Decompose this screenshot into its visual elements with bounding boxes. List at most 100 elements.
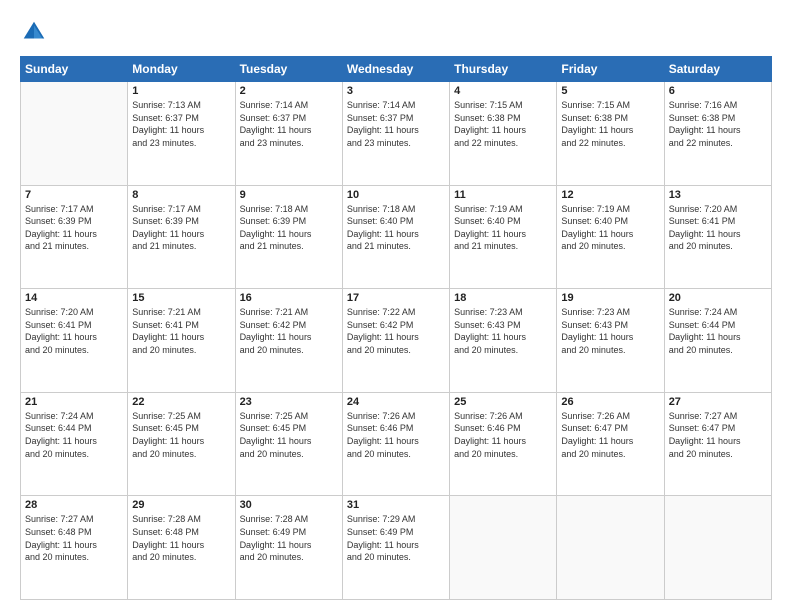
day-info: Sunrise: 7:17 AM Sunset: 6:39 PM Dayligh… [25, 203, 123, 253]
calendar-cell: 24Sunrise: 7:26 AM Sunset: 6:46 PM Dayli… [342, 392, 449, 496]
calendar-table: SundayMondayTuesdayWednesdayThursdayFrid… [20, 56, 772, 600]
logo [20, 18, 52, 46]
calendar-cell: 7 Sunrise: 7:17 AM Sunset: 6:39 PM Daylig… [21, 185, 128, 289]
week-row-5: 28 Sunrise: 7:27 AM Sunset: 6:48 PM Dayli… [21, 496, 772, 600]
day-number: 15 [132, 292, 230, 304]
calendar-cell: 3Sunrise: 7:14 AM Sunset: 6:37 PM Daylig… [342, 82, 449, 186]
day-number: 1 [132, 85, 230, 97]
day-number: 22 [132, 396, 230, 408]
col-header-sunday: Sunday [21, 57, 128, 82]
day-info: Sunrise: 7:28 AM Sunset: 6:48 PM Dayligh… [132, 513, 230, 563]
day-info: Sunrise: 7:18 AM Sunset: 6:39 PM Dayligh… [240, 203, 338, 253]
day-number: 13 [669, 189, 767, 201]
day-number: 4 [454, 85, 552, 97]
calendar-cell: 30 Sunrise: 7:28 AM Sunset: 6:49 PM Dayli… [235, 496, 342, 600]
calendar-cell: 25 Sunrise: 7:26 AM Sunset: 6:46 PM Dayli… [450, 392, 557, 496]
col-header-thursday: Thursday [450, 57, 557, 82]
calendar-cell: 6 Sunrise: 7:16 AM Sunset: 6:38 PM Daylig… [664, 82, 771, 186]
calendar-cell: 22 Sunrise: 7:25 AM Sunset: 6:45 PM Dayli… [128, 392, 235, 496]
col-header-tuesday: Tuesday [235, 57, 342, 82]
calendar-cell: 13 Sunrise: 7:20 AM Sunset: 6:41 PM Dayli… [664, 185, 771, 289]
day-info: Sunrise: 7:14 AM Sunset: 6:37 PM Dayligh… [240, 99, 338, 149]
calendar-cell [664, 496, 771, 600]
calendar-cell: 10 Sunrise: 7:18 AM Sunset: 6:40 PM Dayli… [342, 185, 449, 289]
calendar-cell [21, 82, 128, 186]
day-info: Sunrise: 7:27 AM Sunset: 6:48 PM Dayligh… [25, 513, 123, 563]
calendar-cell: 4 Sunrise: 7:15 AM Sunset: 6:38 PM Daylig… [450, 82, 557, 186]
day-number: 23 [240, 396, 338, 408]
day-number: 21 [25, 396, 123, 408]
day-number: 2 [240, 85, 338, 97]
col-header-friday: Friday [557, 57, 664, 82]
calendar-cell: 5Sunrise: 7:15 AM Sunset: 6:38 PM Daylig… [557, 82, 664, 186]
calendar-cell: 28 Sunrise: 7:27 AM Sunset: 6:48 PM Dayli… [21, 496, 128, 600]
calendar-cell [557, 496, 664, 600]
day-info: Sunrise: 7:23 AM Sunset: 6:43 PM Dayligh… [454, 306, 552, 356]
day-number: 9 [240, 189, 338, 201]
day-number: 31 [347, 499, 445, 511]
calendar-cell: 8 Sunrise: 7:17 AM Sunset: 6:39 PM Daylig… [128, 185, 235, 289]
day-number: 6 [669, 85, 767, 97]
col-header-monday: Monday [128, 57, 235, 82]
day-info: Sunrise: 7:26 AM Sunset: 6:47 PM Dayligh… [561, 410, 659, 460]
day-info: Sunrise: 7:17 AM Sunset: 6:39 PM Dayligh… [132, 203, 230, 253]
calendar-cell: 12 Sunrise: 7:19 AM Sunset: 6:40 PM Dayli… [557, 185, 664, 289]
day-info: Sunrise: 7:26 AM Sunset: 6:46 PM Dayligh… [454, 410, 552, 460]
calendar-cell: 1Sunrise: 7:13 AM Sunset: 6:37 PM Daylig… [128, 82, 235, 186]
day-number: 28 [25, 499, 123, 511]
day-info: Sunrise: 7:23 AM Sunset: 6:43 PM Dayligh… [561, 306, 659, 356]
calendar-cell: 31Sunrise: 7:29 AM Sunset: 6:49 PM Dayli… [342, 496, 449, 600]
day-number: 20 [669, 292, 767, 304]
day-info: Sunrise: 7:21 AM Sunset: 6:42 PM Dayligh… [240, 306, 338, 356]
day-number: 27 [669, 396, 767, 408]
day-number: 25 [454, 396, 552, 408]
calendar-cell [450, 496, 557, 600]
col-header-saturday: Saturday [664, 57, 771, 82]
calendar-cell: 18Sunrise: 7:23 AM Sunset: 6:43 PM Dayli… [450, 289, 557, 393]
day-number: 11 [454, 189, 552, 201]
day-number: 24 [347, 396, 445, 408]
calendar-cell: 15 Sunrise: 7:21 AM Sunset: 6:41 PM Dayli… [128, 289, 235, 393]
day-number: 29 [132, 499, 230, 511]
calendar-cell: 2 Sunrise: 7:14 AM Sunset: 6:37 PM Daylig… [235, 82, 342, 186]
day-info: Sunrise: 7:15 AM Sunset: 6:38 PM Dayligh… [454, 99, 552, 149]
day-number: 7 [25, 189, 123, 201]
calendar-cell: 17 Sunrise: 7:22 AM Sunset: 6:42 PM Dayli… [342, 289, 449, 393]
header [20, 18, 772, 46]
day-info: Sunrise: 7:24 AM Sunset: 6:44 PM Dayligh… [25, 410, 123, 460]
day-number: 3 [347, 85, 445, 97]
calendar-cell: 21 Sunrise: 7:24 AM Sunset: 6:44 PM Dayli… [21, 392, 128, 496]
col-header-wednesday: Wednesday [342, 57, 449, 82]
day-info: Sunrise: 7:18 AM Sunset: 6:40 PM Dayligh… [347, 203, 445, 253]
calendar-cell: 20Sunrise: 7:24 AM Sunset: 6:44 PM Dayli… [664, 289, 771, 393]
day-info: Sunrise: 7:28 AM Sunset: 6:49 PM Dayligh… [240, 513, 338, 563]
day-number: 16 [240, 292, 338, 304]
day-info: Sunrise: 7:22 AM Sunset: 6:42 PM Dayligh… [347, 306, 445, 356]
day-info: Sunrise: 7:27 AM Sunset: 6:47 PM Dayligh… [669, 410, 767, 460]
day-number: 17 [347, 292, 445, 304]
day-info: Sunrise: 7:25 AM Sunset: 6:45 PM Dayligh… [132, 410, 230, 460]
day-info: Sunrise: 7:25 AM Sunset: 6:45 PM Dayligh… [240, 410, 338, 460]
calendar-cell: 23 Sunrise: 7:25 AM Sunset: 6:45 PM Dayli… [235, 392, 342, 496]
logo-icon [20, 18, 48, 46]
day-info: Sunrise: 7:20 AM Sunset: 6:41 PM Dayligh… [669, 203, 767, 253]
day-number: 14 [25, 292, 123, 304]
day-number: 30 [240, 499, 338, 511]
day-info: Sunrise: 7:16 AM Sunset: 6:38 PM Dayligh… [669, 99, 767, 149]
week-row-3: 14 Sunrise: 7:20 AM Sunset: 6:41 PM Dayli… [21, 289, 772, 393]
day-number: 8 [132, 189, 230, 201]
calendar-cell: 26 Sunrise: 7:26 AM Sunset: 6:47 PM Dayli… [557, 392, 664, 496]
day-number: 10 [347, 189, 445, 201]
week-row-4: 21 Sunrise: 7:24 AM Sunset: 6:44 PM Dayli… [21, 392, 772, 496]
day-number: 26 [561, 396, 659, 408]
calendar-cell: 11 Sunrise: 7:19 AM Sunset: 6:40 PM Dayli… [450, 185, 557, 289]
calendar-cell: 16 Sunrise: 7:21 AM Sunset: 6:42 PM Dayli… [235, 289, 342, 393]
day-info: Sunrise: 7:20 AM Sunset: 6:41 PM Dayligh… [25, 306, 123, 356]
calendar-cell: 9 Sunrise: 7:18 AM Sunset: 6:39 PM Daylig… [235, 185, 342, 289]
day-info: Sunrise: 7:19 AM Sunset: 6:40 PM Dayligh… [454, 203, 552, 253]
day-number: 5 [561, 85, 659, 97]
calendar-cell: 27 Sunrise: 7:27 AM Sunset: 6:47 PM Dayli… [664, 392, 771, 496]
day-number: 12 [561, 189, 659, 201]
day-info: Sunrise: 7:19 AM Sunset: 6:40 PM Dayligh… [561, 203, 659, 253]
day-info: Sunrise: 7:21 AM Sunset: 6:41 PM Dayligh… [132, 306, 230, 356]
